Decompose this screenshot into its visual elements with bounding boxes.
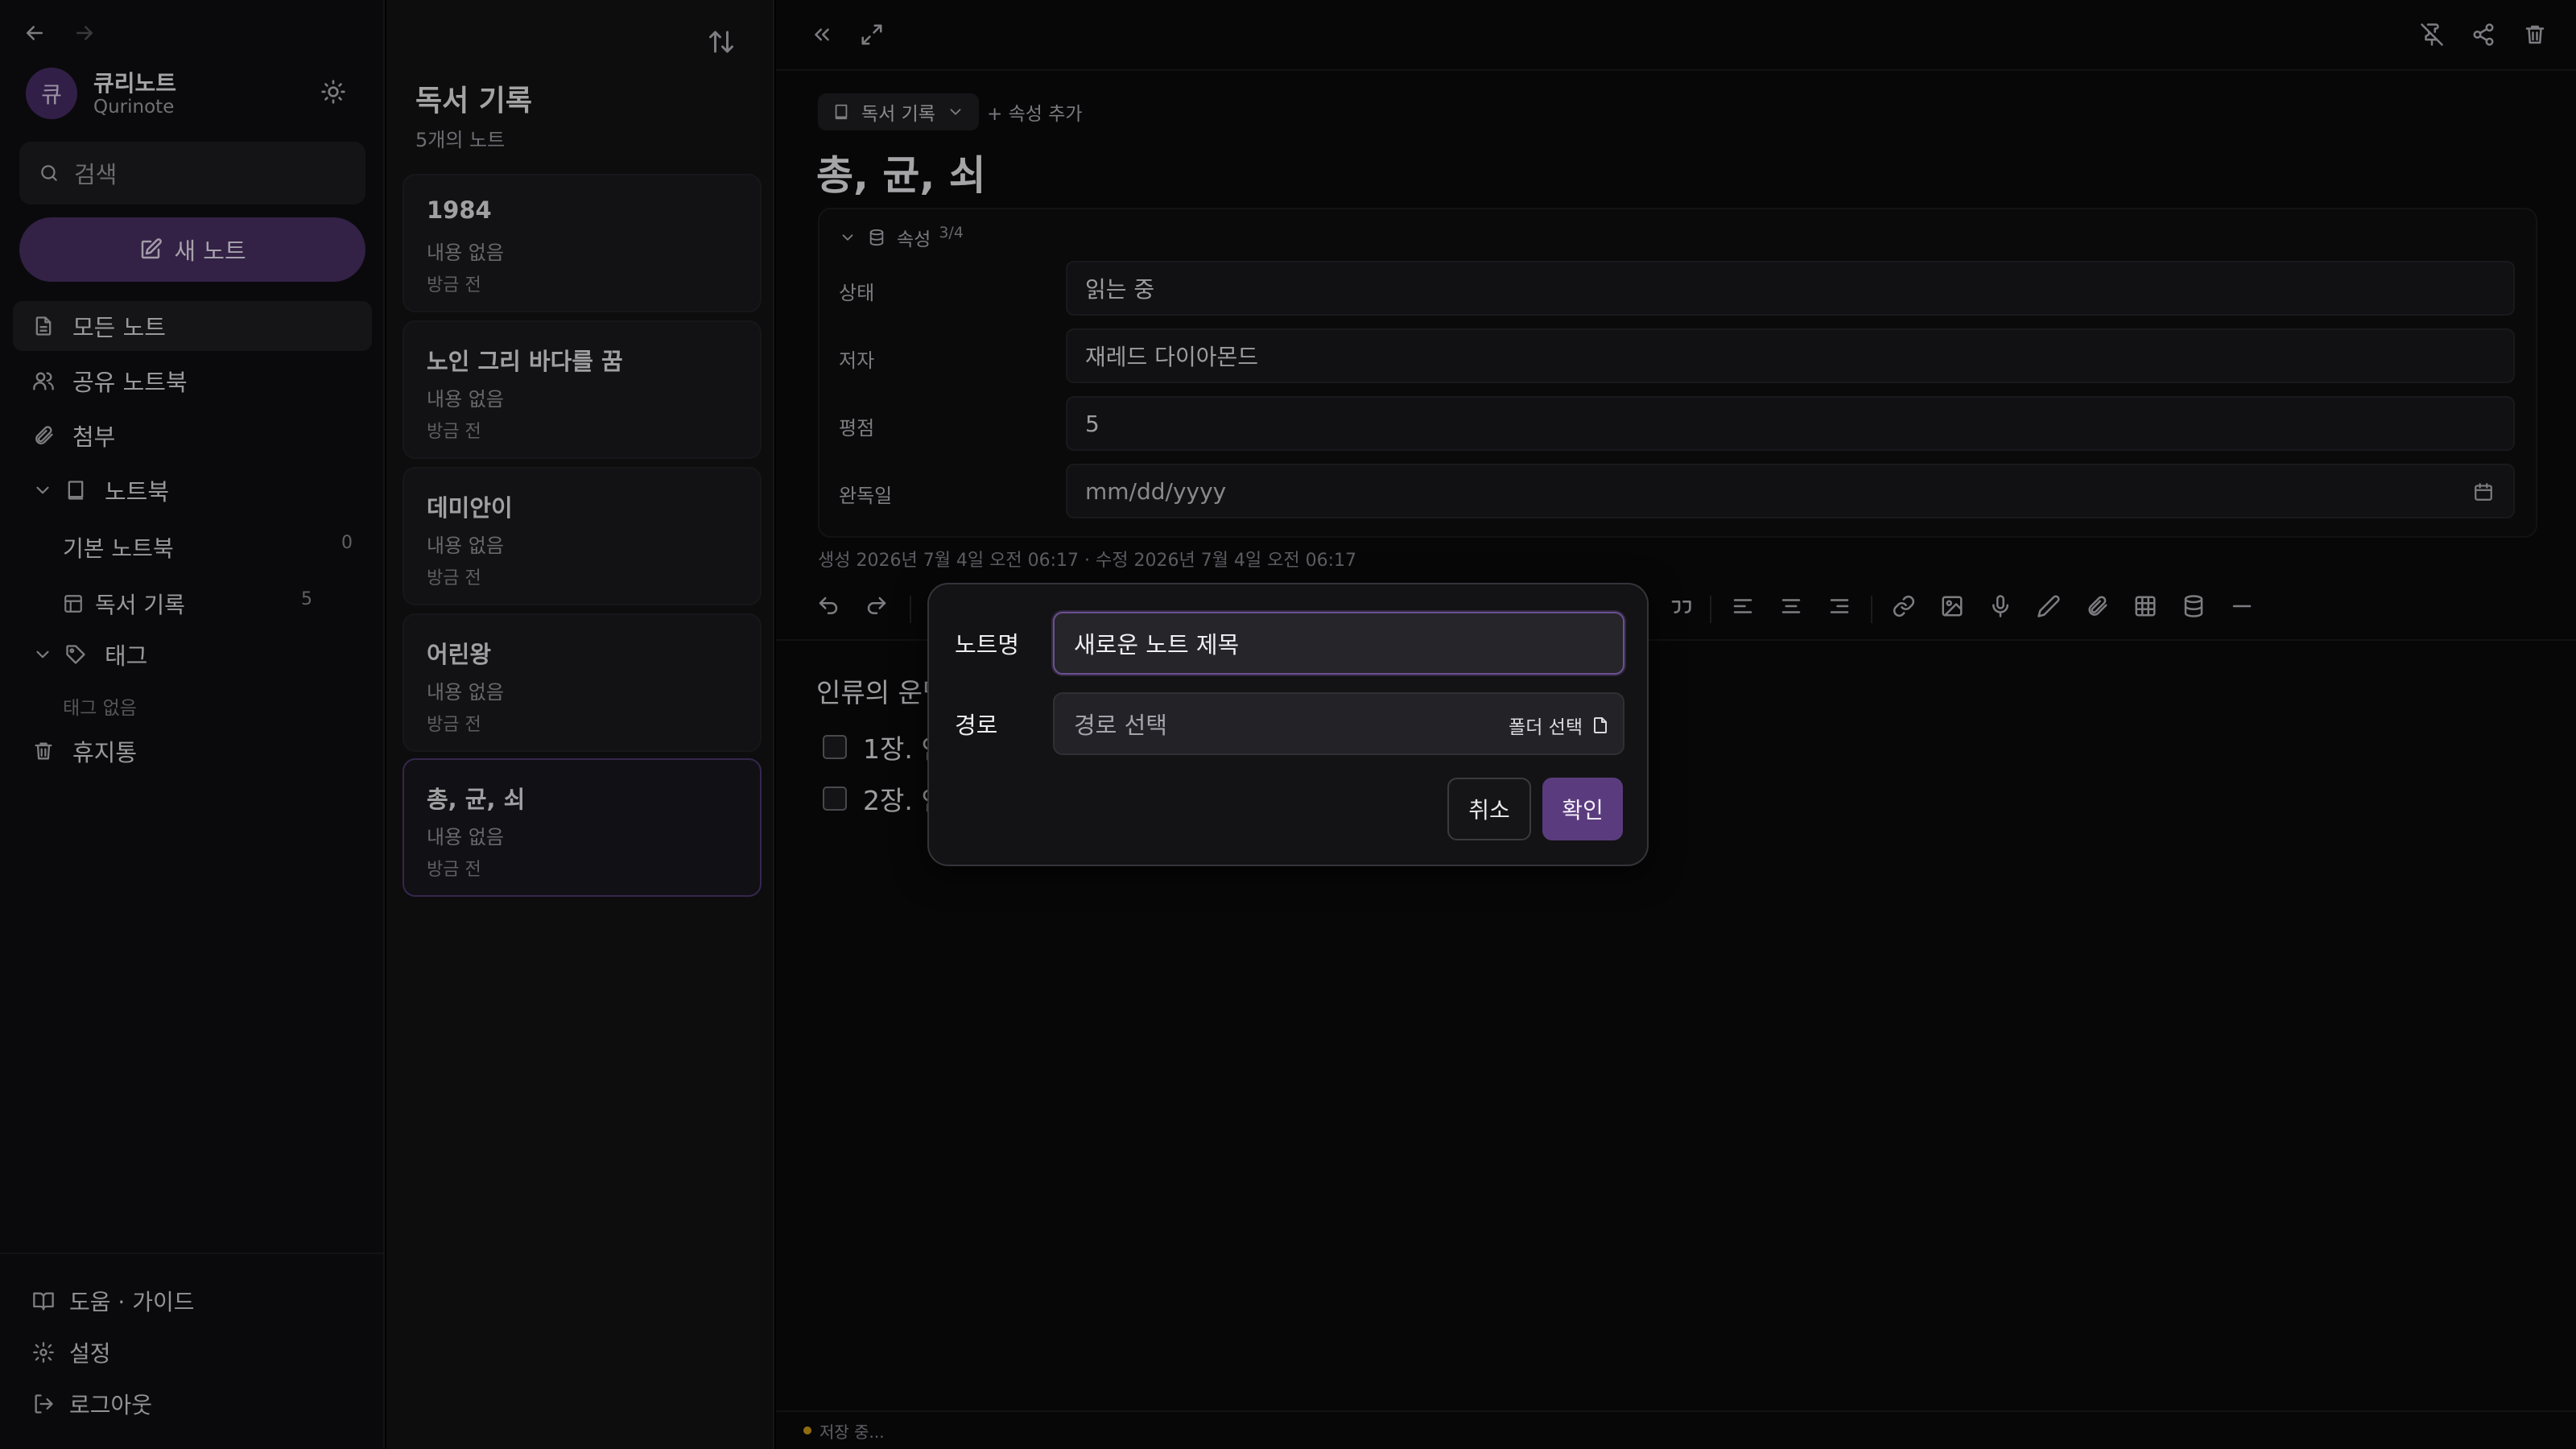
- path-placeholder: 경로 선택: [1074, 712, 1167, 739]
- path-input[interactable]: 경로 선택 폴더 선택: [1053, 692, 1624, 755]
- cancel-button[interactable]: 취소: [1447, 778, 1531, 840]
- cancel-label: 취소: [1468, 797, 1510, 824]
- note-name-input[interactable]: 새로운 노트 제목: [1053, 612, 1624, 675]
- note-name-label: 노트명: [955, 631, 1020, 658]
- choose-folder-button[interactable]: 폴더 선택: [1509, 712, 1610, 739]
- new-note-dialog: 노트명 새로운 노트 제목 경로 경로 선택 폴더 선택 취소 확인: [927, 583, 1649, 866]
- confirm-button[interactable]: 확인: [1542, 778, 1623, 840]
- note-name-value: 새로운 노트 제목: [1074, 631, 1240, 658]
- file-icon: [1591, 716, 1610, 735]
- confirm-label: 확인: [1562, 797, 1604, 824]
- path-label: 경로: [955, 712, 998, 739]
- choose-folder-label: 폴더 선택: [1509, 717, 1583, 738]
